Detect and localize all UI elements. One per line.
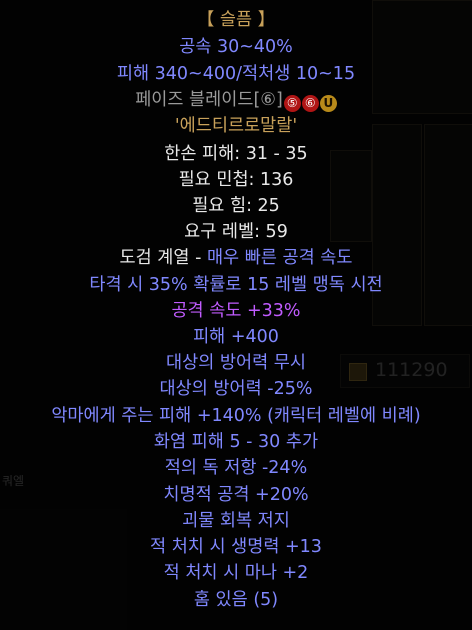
mod-line: 악마에게 주는 피해 +140% (캐릭터 레벨에 비례) xyxy=(51,406,421,426)
weapon-class: 도검 계열 - xyxy=(119,248,207,268)
mod-line: 화염 피해 5 - 30 추가 xyxy=(153,432,319,452)
runeword-line-1: 피해 340~400/적처생 10~15 xyxy=(116,64,356,84)
stat-one-hand-damage: 한손 피해: 31 - 35 xyxy=(164,144,308,164)
socket-count: 홈 있음 (5) xyxy=(193,590,279,610)
socket-tag-5: ⑤ xyxy=(283,95,301,112)
stat-required-level: 요구 레벨: 59 xyxy=(184,222,288,242)
mod-line: 치명적 공격 +20% xyxy=(163,485,309,505)
mod-line: 대상의 방어력 -25% xyxy=(159,379,313,399)
item-tooltip: 【 슬픔 】 공속 30~40% 피해 340~400/적처생 10~15 페이… xyxy=(0,0,472,630)
mod-line: 괴물 회복 저지 xyxy=(182,511,290,531)
unique-tag-icon: U xyxy=(319,95,337,112)
mod-line: 적 처치 시 생명력 +13 xyxy=(150,537,322,557)
stat-required-dex: 필요 민첩: 136 xyxy=(178,170,294,190)
mod-line: 타격 시 35% 확률로 15 레벨 맹독 시전 xyxy=(89,275,383,295)
rune-order: '에드티르로말랄' xyxy=(174,116,298,136)
base-item-name: 페이즈 블레이드 xyxy=(135,90,254,110)
mod-line: 적의 독 저항 -24% xyxy=(164,458,308,478)
attack-speed-class: 매우 빠른 공격 속도 xyxy=(206,248,353,268)
mod-line: 피해 +400 xyxy=(193,327,279,347)
weapon-class-line: 도검 계열 - 매우 빠른 공격 속도 xyxy=(0,247,472,269)
mod-line: 적 처치 시 마나 +2 xyxy=(163,563,309,583)
base-item-line: 페이즈 블레이드[⑥] ⑤ ⑥ U xyxy=(0,89,472,112)
runeword-line-0: 공속 30~40% xyxy=(179,37,293,57)
runeword-header: 【 슬픔 】 xyxy=(196,10,276,30)
mod-line: 대상의 방어력 무시 xyxy=(166,353,306,373)
socket-tag-6: ⑥ xyxy=(301,95,319,112)
stat-required-str: 필요 힘: 25 xyxy=(192,196,280,216)
base-tag-box: [⑥] xyxy=(253,90,283,110)
mod-line: 공격 속도 +33% xyxy=(171,301,301,321)
